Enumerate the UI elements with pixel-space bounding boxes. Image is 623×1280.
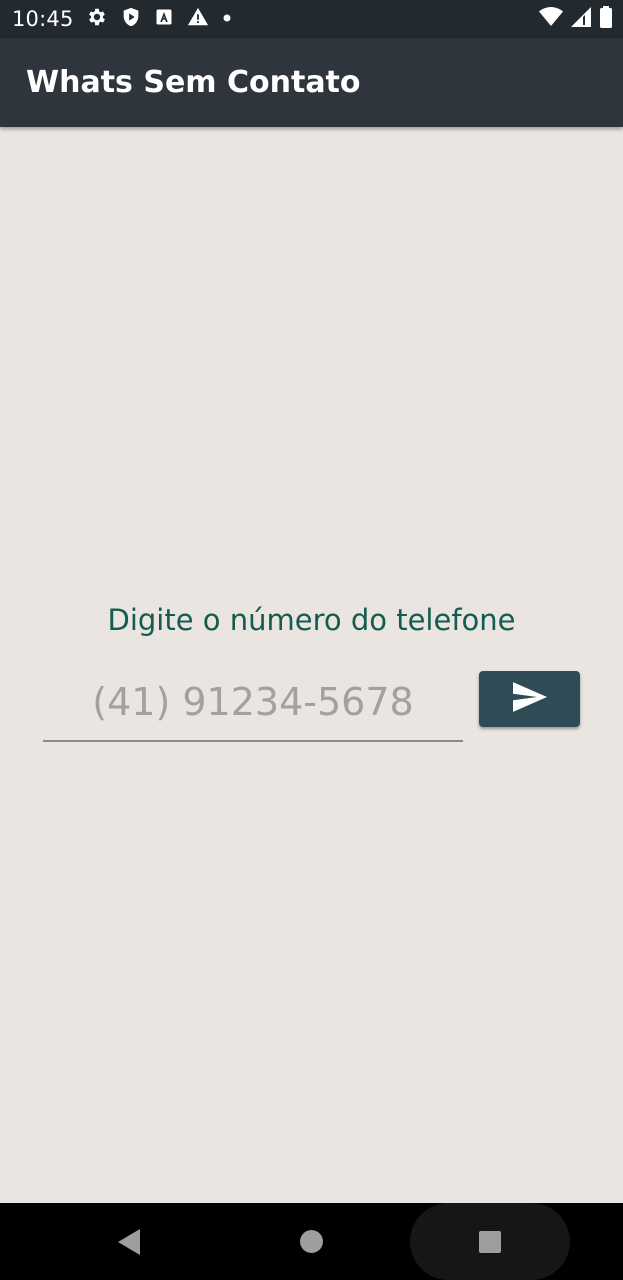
wifi-icon (539, 6, 563, 32)
status-time: 10:45 (12, 7, 74, 31)
app-title: Whats Sem Contato (26, 65, 361, 100)
navigation-bar (0, 1203, 623, 1280)
font-a-icon (154, 7, 174, 32)
app-bar: Whats Sem Contato (0, 38, 623, 127)
warning-icon (186, 6, 210, 33)
home-icon[interactable] (300, 1230, 323, 1253)
notification-icons (86, 7, 232, 31)
send-button[interactable] (479, 671, 580, 727)
main-content: Digite o número do telefone (0, 127, 623, 1203)
gear-icon (86, 6, 108, 33)
dot-icon (222, 10, 232, 28)
cell-signal-icon (571, 6, 591, 32)
phone-number-input[interactable] (43, 664, 463, 742)
battery-icon (599, 5, 613, 33)
recent-apps-icon[interactable] (479, 1231, 501, 1253)
status-bar: 10:45 (0, 0, 623, 38)
send-icon (512, 681, 547, 717)
system-icons (539, 5, 613, 33)
shield-play-icon (120, 6, 142, 33)
back-icon[interactable] (118, 1229, 142, 1260)
phone-prompt-label: Digite o número do telefone (107, 603, 516, 637)
